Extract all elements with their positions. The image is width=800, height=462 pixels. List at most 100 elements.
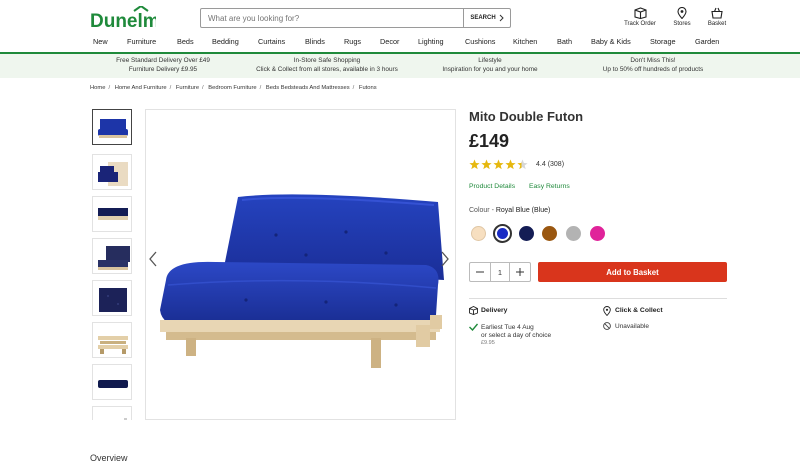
overview-heading[interactable]: Overview [90,453,128,462]
thumbnail-5[interactable] [92,280,132,316]
promo-line: Don't Miss This! [630,57,676,64]
swatch-royal-blue[interactable] [493,224,512,243]
thumbnail-7[interactable] [92,364,132,400]
search-bar: SEARCH [200,8,511,28]
search-button[interactable]: SEARCH [463,9,510,27]
chevron-right-icon[interactable] [441,251,449,272]
thumbnail-2[interactable] [92,154,132,190]
site-header: Dunelm SEARCH Track Order Stores [0,0,800,52]
nav-item-garden[interactable]: Garden [695,37,719,46]
add-to-basket-label: Add to Basket [606,267,659,277]
stores-button[interactable]: Stores [668,7,696,27]
click-collect-status: Unavailable [615,323,649,330]
promo-in-store[interactable]: In-Store Safe Shopping Click & Collect f… [256,57,398,75]
promo-delivery[interactable]: Free Standard Delivery Over £49 Furnitur… [116,57,210,75]
promo-line: Up to 50% off hundreds of products [602,65,704,73]
nav-item-new[interactable]: New [93,37,108,46]
colour-swatches [469,224,619,244]
promo-line: Free Standard Delivery Over £49 [116,57,210,64]
delivery-select-day[interactable]: or select a day of choice [481,332,551,339]
chevron-right-icon [499,14,504,22]
promo-line: Click & Collect from all stores, availab… [256,65,398,73]
nav-item-curtains[interactable]: Curtains [258,37,285,46]
quantity-value[interactable]: 1 [490,263,510,281]
nav-item-baby-kids[interactable]: Baby & Kids [591,37,631,46]
star-rating-icon [469,159,528,170]
quantity-stepper: 1 [469,262,531,282]
breadcrumb-link[interactable]: Furniture [176,85,199,91]
nav-item-cushions[interactable]: Cushions [465,37,495,46]
thumbnail-6[interactable] [92,322,132,358]
promo-sale[interactable]: Don't Miss This! Up to 50% off hundreds … [603,57,703,75]
nav-item-furniture[interactable]: Furniture [127,37,156,46]
track-order-label: Track Order [624,21,656,27]
divider [469,298,727,299]
search-button-label: SEARCH [470,15,496,21]
nav-item-lighting[interactable]: Lighting [418,37,444,46]
swatch-brown[interactable] [542,226,557,241]
promo-line: Furniture Delivery £9.95 [128,65,198,73]
increase-button[interactable] [510,263,530,281]
box-icon [469,306,478,315]
rating-value: 4.4 [536,161,546,168]
thumbnail-4[interactable] [92,238,132,274]
nav-item-storage[interactable]: Storage [650,37,676,46]
delivery-price: £9.95 [481,340,495,346]
box-icon [633,7,647,19]
checkmark-icon [469,323,478,331]
search-input[interactable] [201,9,463,27]
product-details-link[interactable]: Product Details [469,183,515,190]
futon-image [160,194,444,368]
click-collect-title-text: Click & Collect [615,307,663,314]
add-to-basket-button[interactable]: Add to Basket [538,262,727,282]
basket-icon [711,7,723,19]
basket-label: Basket [707,21,727,27]
promo-line: In-Store Safe Shopping [293,57,361,64]
thumbnail-1[interactable] [92,109,132,145]
easy-returns-link[interactable]: Easy Returns [529,183,570,190]
basket-button[interactable]: Basket [702,7,732,27]
promo-line: Inspiration for you and your home [442,65,538,73]
swatch-pink[interactable] [590,226,605,241]
promo-line: Lifestyle [478,57,502,64]
logo-text: Dunelm [90,11,156,30]
delivery-earliest: Earliest Tue 4 Aug [481,324,534,331]
stores-label: Stores [673,21,691,27]
nav-item-bath[interactable]: Bath [557,37,572,46]
breadcrumb-link[interactable]: Home And Furniture [115,85,167,91]
location-pin-icon [603,306,611,316]
rating-text: 4.4 (308) [536,161,564,168]
product-main-image[interactable] [145,109,456,420]
breadcrumb: Home / Home And Furniture / Furniture / Bed… [90,85,377,91]
thumbnail-rail [92,108,134,420]
swatch-natural[interactable] [471,226,486,241]
unavailable-icon [603,322,611,330]
colour-selector-label: Colour - Royal Blue (Blue) [469,207,551,214]
thumbnail-3[interactable] [92,196,132,232]
review-count: (308) [547,161,565,168]
product-price: £149 [469,131,510,151]
colour-label: Colour [469,207,490,214]
swatch-grey[interactable] [566,226,581,241]
track-order-button[interactable]: Track Order [620,7,660,27]
thumbnail-8[interactable] [92,406,132,420]
minus-icon [476,271,484,273]
decrease-button[interactable] [470,263,490,281]
chevron-left-icon[interactable] [149,251,157,272]
dunelm-logo[interactable]: Dunelm [90,6,156,30]
breadcrumb-link[interactable]: Bedroom Furniture [208,85,256,91]
colour-value: Royal Blue (Blue) [495,207,551,214]
breadcrumb-link[interactable]: Home [90,85,105,91]
nav-item-bedding[interactable]: Bedding [212,37,239,46]
promo-lifestyle[interactable]: Lifestyle Inspiration for you and your h… [442,57,537,75]
nav-item-blinds[interactable]: Blinds [305,37,325,46]
nav-item-decor[interactable]: Decor [380,37,399,46]
breadcrumb-current: Futons [358,85,377,91]
nav-item-beds[interactable]: Beds [177,37,194,46]
nav-item-rugs[interactable]: Rugs [344,37,361,46]
breadcrumb-link[interactable]: Beds Bedsteads And Mattresses [266,85,350,91]
location-pin-icon [677,7,687,19]
nav-item-kitchen[interactable]: Kitchen [513,37,537,46]
swatch-navy[interactable] [519,226,534,241]
main-nav: New Furniture Beds Bedding Curtains Blin… [0,37,800,50]
